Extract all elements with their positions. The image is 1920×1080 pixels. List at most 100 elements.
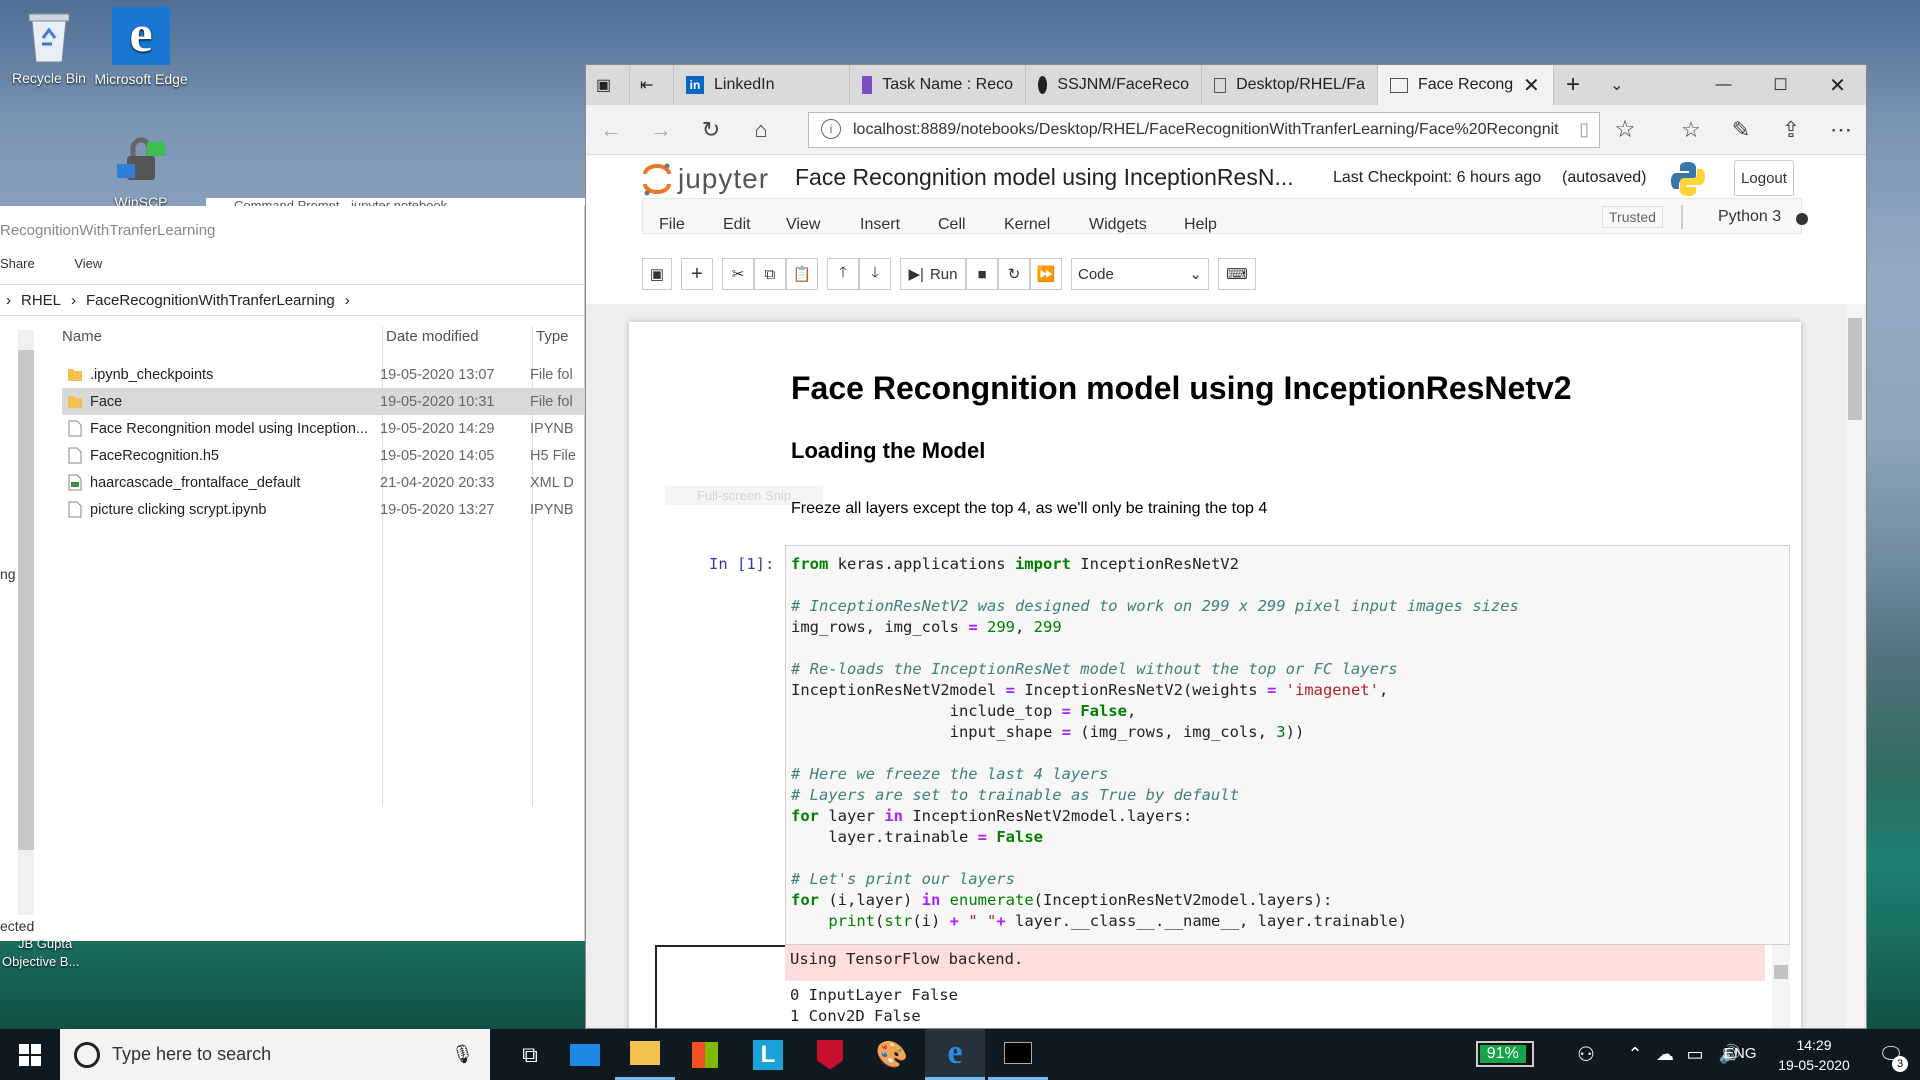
file-explorer-taskbar-icon[interactable] <box>615 1029 675 1080</box>
tab-actions-icon[interactable]: ▣ <box>586 65 630 105</box>
kernel-name[interactable]: Python 3 <box>1718 208 1781 226</box>
menu-edit[interactable]: Edit <box>723 216 751 234</box>
store-icon[interactable] <box>675 1029 735 1080</box>
explorer-address-bar[interactable]: › RHEL › FaceRecognitionWithTranferLearn… <box>0 284 585 316</box>
menu-insert[interactable]: Insert <box>860 216 900 234</box>
file-row[interactable]: haarcascade_frontalface_default 21-04-20… <box>62 469 585 496</box>
menu-file[interactable]: File <box>659 216 685 234</box>
file-row[interactable]: picture clicking scrypt.ipynb 19-05-2020… <box>62 496 585 523</box>
ribbon-view-tab[interactable]: View <box>74 256 102 271</box>
address-bar[interactable]: i localhost:8889/notebooks/Desktop/RHEL/… <box>808 112 1600 148</box>
microphone-icon[interactable]: 🎙 <box>451 1044 474 1065</box>
home-icon[interactable]: ⌂ <box>736 117 786 143</box>
run-button[interactable]: ▶| Run <box>900 258 966 290</box>
new-tab-icon[interactable]: + <box>1554 65 1598 105</box>
restart-run-all-icon[interactable]: ⏩ <box>1030 258 1062 290</box>
people-icon[interactable]: ⚇ <box>1566 1029 1606 1080</box>
favorites-hub-icon[interactable]: ☆ <box>1666 117 1716 143</box>
back-icon[interactable]: ← <box>586 117 636 143</box>
file-row[interactable]: FaceRecognition.h5 19-05-2020 14:05 H5 F… <box>62 442 585 469</box>
file-row[interactable]: Face Recongnition model using Inception.… <box>62 415 585 442</box>
breadcrumb-rhel[interactable]: RHEL <box>21 292 61 309</box>
jupyter-logo[interactable]: jupyter <box>642 162 769 196</box>
battery-indicator[interactable]: 91% <box>1476 1041 1534 1067</box>
file-row[interactable]: .ipynb_checkpoints 19-05-2020 13:07 File… <box>62 361 585 388</box>
linkedin-icon: in <box>686 76 704 94</box>
close-window-icon[interactable]: ✕ <box>1809 65 1866 105</box>
breadcrumb-folder[interactable]: FaceRecognitionWithTranferLearning <box>86 292 335 309</box>
column-name[interactable]: Name <box>62 328 386 345</box>
tab-desktop-rhel[interactable]: Desktop/RHEL/Fa <box>1202 65 1378 105</box>
forward-icon[interactable]: → <box>636 117 686 143</box>
menu-view[interactable]: View <box>786 216 820 234</box>
recycle-bin-desktop-icon[interactable]: Recycle Bin <box>0 6 98 86</box>
desktop-file-label[interactable]: Objective B... <box>2 954 79 969</box>
output-collapse-box[interactable] <box>655 945 787 1028</box>
desktop-file-label[interactable]: JB Gupta <box>18 936 72 951</box>
windows-start-icon[interactable] <box>0 1029 60 1080</box>
share-icon[interactable]: ⇪ <box>1766 117 1816 143</box>
input-language[interactable]: ENG <box>1724 1045 1757 1062</box>
cell-type-select[interactable]: Code ⌄ <box>1071 258 1209 290</box>
notebook-scrollbar[interactable] <box>1846 304 1864 1028</box>
clock[interactable]: 14:29 19-05-2020 <box>1768 1035 1860 1075</box>
notebook-title[interactable]: Face Recongnition model using InceptionR… <box>795 164 1294 191</box>
move-up-icon[interactable]: 🡑 <box>827 258 859 290</box>
output-scrollbar[interactable] <box>1772 945 1790 1028</box>
logout-button[interactable]: Logout <box>1734 160 1794 196</box>
paste-icon[interactable]: 📋 <box>786 258 818 290</box>
scrollbar-thumb[interactable] <box>18 350 34 850</box>
taskbar: Type here to search 🎙 ⧉ L 🎨 e 91% ⚇ ⌃ ☁ … <box>0 1029 1920 1080</box>
edge-desktop-icon[interactable]: e Microsoft Edge <box>92 6 190 88</box>
tab-task-name[interactable]: Task Name : Reco <box>850 65 1026 105</box>
menu-cell[interactable]: Cell <box>938 216 966 234</box>
battery-icon[interactable]: ▭ <box>1680 1029 1710 1080</box>
winscp-desktop-icon[interactable]: WinSCP <box>92 130 190 210</box>
maximize-icon[interactable]: ☐ <box>1752 65 1809 105</box>
menu-kernel[interactable]: Kernel <box>1004 216 1050 234</box>
info-icon[interactable]: i <box>821 119 841 139</box>
scrollbar-thumb[interactable] <box>1774 965 1788 979</box>
tab-face-recognition-active[interactable]: Face Recongr ✕ <box>1378 65 1554 105</box>
menu-widgets[interactable]: Widgets <box>1089 216 1147 234</box>
notifications-icon[interactable]: 🗨 3 <box>1866 1029 1916 1080</box>
nav-pane-scrollbar[interactable] <box>18 330 34 915</box>
restart-icon[interactable]: ↻ <box>998 258 1030 290</box>
paint-icon[interactable]: 🎨 <box>862 1029 922 1080</box>
tab-linkedin[interactable]: in LinkedIn <box>674 65 850 105</box>
code-cell-input[interactable]: from keras.applications import Inception… <box>785 545 1790 945</box>
save-icon[interactable]: ▣ <box>642 258 672 290</box>
file-row-selected[interactable]: Face 19-05-2020 10:31 File fol <box>62 388 585 415</box>
insert-cell-icon[interactable]: + <box>681 258 713 290</box>
more-options-icon[interactable]: ⋯ <box>1816 117 1866 143</box>
interrupt-icon[interactable]: ■ <box>966 258 998 290</box>
mail-icon[interactable] <box>555 1029 615 1080</box>
scrollbar-thumb[interactable] <box>1848 318 1862 420</box>
tab-list-chevron-icon[interactable]: ⌄ <box>1598 65 1642 105</box>
tab-github[interactable]: SSJNM/FaceReco <box>1026 65 1202 105</box>
ribbon-share-tab[interactable]: Share <box>0 256 35 271</box>
keyboard-shortcuts-icon[interactable]: ⌨ <box>1218 258 1256 290</box>
column-type[interactable]: Type <box>536 328 569 345</box>
tabs-aside-icon[interactable]: ⇤ <box>630 65 674 105</box>
command-prompt-taskbar-icon[interactable] <box>988 1029 1048 1080</box>
l-app-icon[interactable]: L <box>738 1029 798 1080</box>
task-view-icon[interactable]: ⧉ <box>500 1029 560 1080</box>
refresh-icon[interactable]: ↻ <box>686 117 736 143</box>
menu-help[interactable]: Help <box>1184 216 1217 234</box>
reading-view-icon[interactable]: ▯ <box>1579 119 1589 140</box>
mcafee-icon[interactable] <box>800 1029 860 1080</box>
taskbar-search-box[interactable]: Type here to search 🎙 <box>60 1029 490 1080</box>
minimize-icon[interactable]: — <box>1695 65 1752 105</box>
edge-taskbar-icon[interactable]: e <box>925 1029 985 1080</box>
copy-icon[interactable]: ⧉ <box>754 258 786 290</box>
pen-icon[interactable]: ✎ <box>1716 117 1766 143</box>
onedrive-icon[interactable]: ☁ <box>1650 1029 1680 1080</box>
close-tab-icon[interactable]: ✕ <box>1523 73 1540 98</box>
trusted-badge[interactable]: Trusted <box>1602 206 1663 228</box>
chevron-up-icon[interactable]: ⌃ <box>1620 1029 1650 1080</box>
move-down-icon[interactable]: 🡓 <box>859 258 891 290</box>
favorite-star-icon[interactable]: ☆ <box>1600 115 1650 144</box>
cut-icon[interactable]: ✂ <box>722 258 754 290</box>
column-date-modified[interactable]: Date modified <box>386 328 536 345</box>
